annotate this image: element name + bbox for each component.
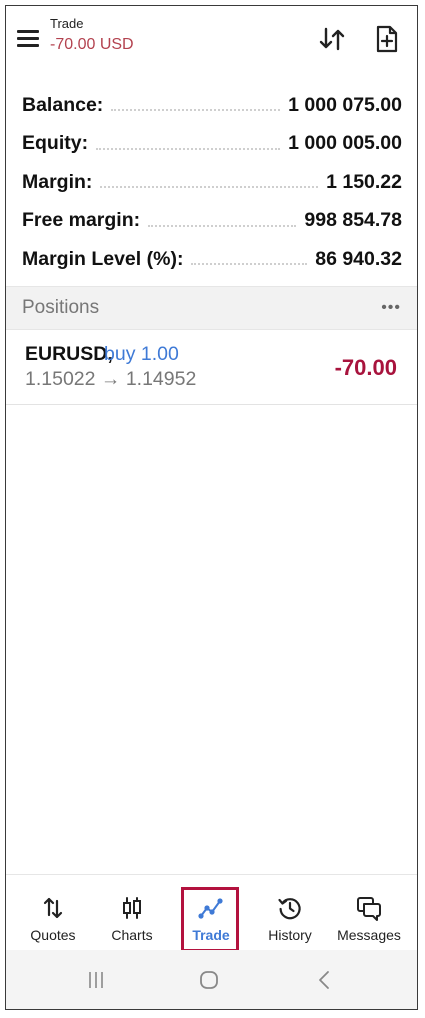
trade-icon (198, 898, 223, 919)
equity-label: Equity: (22, 132, 89, 155)
free-margin-row: Free margin: 998 854.78 (6, 202, 417, 241)
leader-dots (148, 224, 297, 227)
more-icon[interactable]: ••• (381, 299, 401, 317)
charts-icon (123, 897, 141, 919)
leader-dots (111, 109, 281, 112)
leader-dots (100, 186, 319, 189)
equity-row: Equity: 1 000 005.00 (6, 125, 417, 164)
leader-dots (191, 263, 308, 266)
nav-trade-label: Trade (192, 927, 230, 943)
position-profit: -70.00 (334, 355, 397, 380)
recent-apps-icon[interactable] (76, 965, 116, 995)
free-margin-label: Free margin: (22, 209, 141, 232)
position-symbol: EURUSD, (25, 343, 113, 365)
menu-icon[interactable] (17, 30, 39, 48)
balance-value: 1 000 075.00 (288, 93, 402, 116)
position-type: buy 1.00 (104, 343, 179, 365)
nav-charts-label: Charts (111, 927, 153, 943)
nav-charts[interactable]: Charts (92, 875, 172, 955)
margin-level-label: Margin Level (%): (22, 247, 184, 270)
account-summary: Balance: 1 000 075.00 Equity: 1 000 005.… (6, 86, 417, 279)
positions-title: Positions (22, 297, 100, 318)
nav-history[interactable]: History (250, 875, 330, 955)
nav-quotes[interactable]: Quotes (13, 875, 93, 955)
margin-level-value: 86 940.32 (315, 247, 402, 270)
free-margin-value: 998 854.78 (304, 209, 402, 232)
leader-dots (96, 147, 281, 150)
quotes-icon (43, 897, 63, 919)
equity-value: 1 000 005.00 (288, 132, 402, 155)
margin-row: Margin: 1 150.22 (6, 163, 417, 202)
nav-messages[interactable]: Messages (329, 875, 409, 955)
positions-section-header: Positions ••• (6, 286, 417, 330)
balance-row: Balance: 1 000 075.00 (6, 86, 417, 125)
home-icon[interactable] (189, 965, 229, 995)
system-navigation-bar (6, 950, 417, 1009)
sort-icon[interactable] (317, 24, 347, 54)
history-icon (278, 898, 301, 920)
position-row[interactable]: EURUSD, buy 1.00 1.15022 → 1.14952 -70.0… (6, 331, 417, 405)
back-icon[interactable] (304, 965, 344, 995)
margin-level-row: Margin Level (%): 86 940.32 (6, 240, 417, 279)
title-block: Trade -70.00 USD (50, 16, 134, 56)
app-frame: Trade -70.00 USD Balance: 1 000 075.00 E… (5, 5, 418, 1010)
account-profit-subtitle: -70.00 USD (50, 36, 134, 53)
balance-label: Balance: (22, 93, 104, 116)
nav-history-label: History (268, 927, 312, 943)
messages-icon (357, 897, 381, 921)
margin-value: 1 150.22 (326, 170, 402, 193)
nav-quotes-label: Quotes (30, 927, 76, 943)
new-document-icon[interactable] (372, 24, 402, 54)
nav-messages-label: Messages (337, 927, 401, 943)
app-header: Trade -70.00 USD (6, 6, 417, 84)
page-title: Trade (50, 16, 84, 31)
margin-label: Margin: (22, 170, 93, 193)
bottom-navigation: Quotes Charts Trade History Messages (6, 874, 417, 954)
position-prices: 1.15022 → 1.14952 (25, 368, 197, 390)
nav-trade[interactable]: Trade (171, 875, 251, 955)
